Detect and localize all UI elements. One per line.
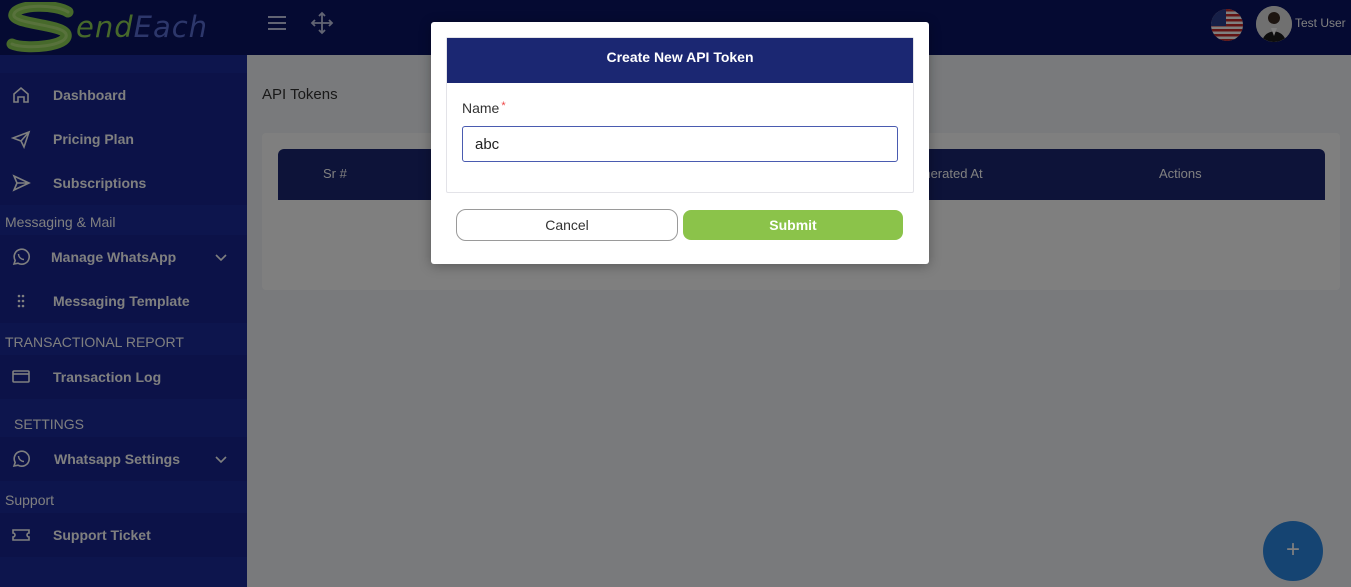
create-token-modal: Create New API Token Name* Cancel Submit	[431, 22, 929, 264]
modal-title: Create New API Token	[447, 38, 913, 83]
submit-button[interactable]: Submit	[683, 210, 903, 240]
modal-form-box: Create New API Token Name *	[446, 37, 914, 193]
required-asterisk: *	[501, 100, 506, 112]
name-label-text: Name	[462, 100, 500, 116]
name-field-label: Name *	[462, 100, 506, 116]
cancel-button[interactable]: Cancel	[456, 209, 678, 241]
token-name-input[interactable]	[462, 126, 898, 162]
